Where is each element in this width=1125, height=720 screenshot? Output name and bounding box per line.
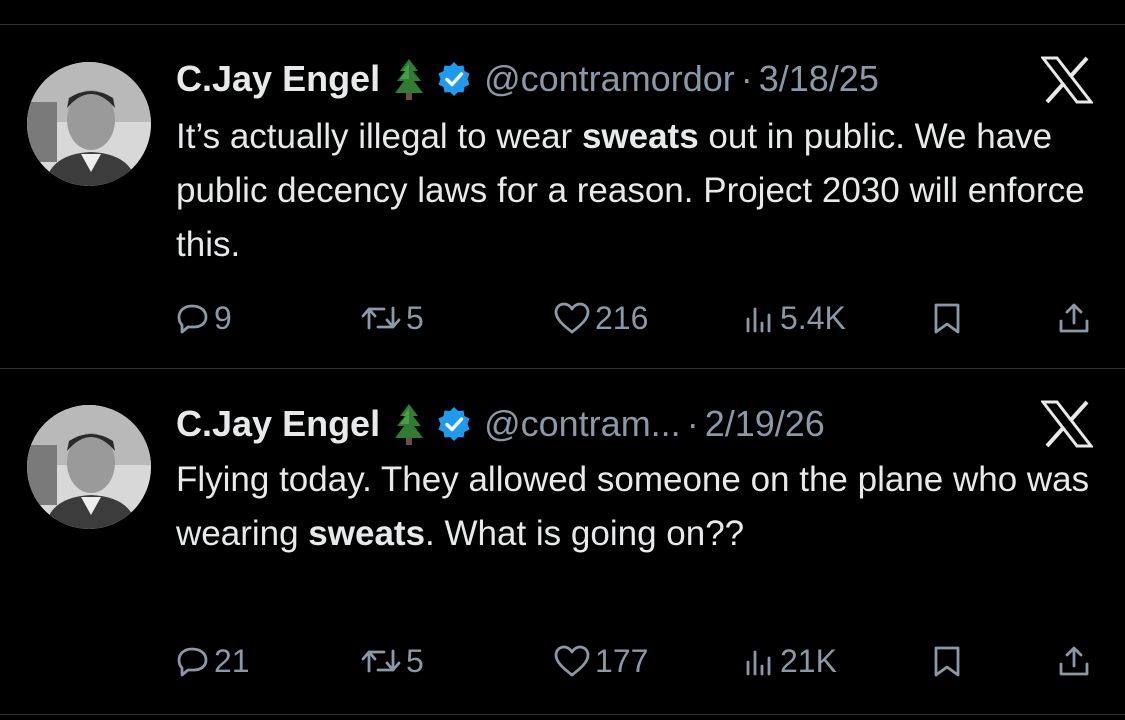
heart-icon	[554, 302, 590, 334]
views-count: 21K	[780, 642, 837, 679]
verified-badge-icon[interactable]	[436, 406, 472, 442]
bookmark-button[interactable]	[931, 639, 963, 683]
author-name[interactable]: C.Jay Engel	[176, 58, 380, 100]
tweet-text-bold: sweats	[581, 117, 699, 156]
reply-count: 21	[214, 642, 250, 679]
views-count: 5.4K	[780, 299, 846, 336]
repost-button[interactable]: 5	[360, 639, 424, 683]
like-count: 216	[595, 299, 649, 336]
verified-badge-icon[interactable]	[436, 61, 472, 97]
tweet-actions: 9 5 216 5.4K	[0, 296, 1125, 340]
like-count: 177	[595, 642, 649, 679]
views-button[interactable]: 21K	[744, 639, 837, 683]
tweet-date[interactable]: 2/19/26	[705, 403, 825, 445]
repost-button[interactable]: 5	[360, 296, 424, 340]
share-button[interactable]	[1057, 639, 1091, 683]
evergreen-tree-icon	[394, 57, 424, 101]
tweet-header: C.Jay Engel @contramordor · 3/18/25	[176, 57, 879, 101]
author-avatar[interactable]	[27, 62, 151, 186]
reply-button[interactable]: 21	[176, 639, 250, 683]
share-icon	[1059, 646, 1089, 676]
share-button[interactable]	[1057, 296, 1091, 340]
separator-dot: ·	[686, 403, 699, 444]
author-avatar[interactable]	[27, 405, 151, 529]
tweet-text: It’s actually illegal to wear sweats out…	[176, 110, 1106, 272]
reply-icon	[177, 647, 208, 677]
tweet-text: Flying today. They allowed someone on th…	[176, 453, 1106, 561]
tweet-divider	[0, 368, 1125, 369]
heart-icon	[554, 645, 590, 677]
separator-dot: ·	[740, 58, 753, 99]
author-name[interactable]: C.Jay Engel	[176, 403, 380, 445]
views-icon	[746, 307, 771, 333]
like-button[interactable]: 216	[553, 296, 648, 340]
author-handle[interactable]: @contramordor	[484, 58, 735, 100]
tweet-text-part: . What is going on??	[425, 514, 745, 553]
x-logo-icon	[1039, 56, 1095, 104]
x-logo-icon	[1039, 400, 1095, 448]
repost-icon	[361, 306, 401, 330]
reply-icon	[177, 304, 208, 334]
bottom-divider	[0, 714, 1125, 715]
repost-count: 5	[406, 299, 424, 336]
tweet-date[interactable]: 3/18/25	[759, 58, 879, 100]
top-divider	[0, 24, 1125, 25]
bookmark-icon	[934, 646, 960, 677]
author-handle[interactable]: @contram...	[484, 403, 681, 445]
bookmark-button[interactable]	[931, 296, 963, 340]
tweet-text-bold: sweats	[308, 514, 426, 553]
tweet-text-part: It’s actually illegal to wear	[176, 117, 582, 156]
reply-button[interactable]: 9	[176, 296, 232, 340]
views-button[interactable]: 5.4K	[744, 296, 846, 340]
repost-icon	[361, 649, 401, 673]
tweet-header: C.Jay Engel @contram... · 2/19/26	[176, 402, 825, 446]
like-button[interactable]: 177	[553, 639, 648, 683]
reply-count: 9	[214, 299, 232, 336]
share-icon	[1059, 303, 1089, 333]
views-icon	[746, 650, 771, 676]
bookmark-icon	[934, 303, 960, 334]
repost-count: 5	[406, 642, 424, 679]
evergreen-tree-icon	[394, 402, 424, 446]
tweet-actions: 21 5 177 21K	[0, 639, 1125, 683]
